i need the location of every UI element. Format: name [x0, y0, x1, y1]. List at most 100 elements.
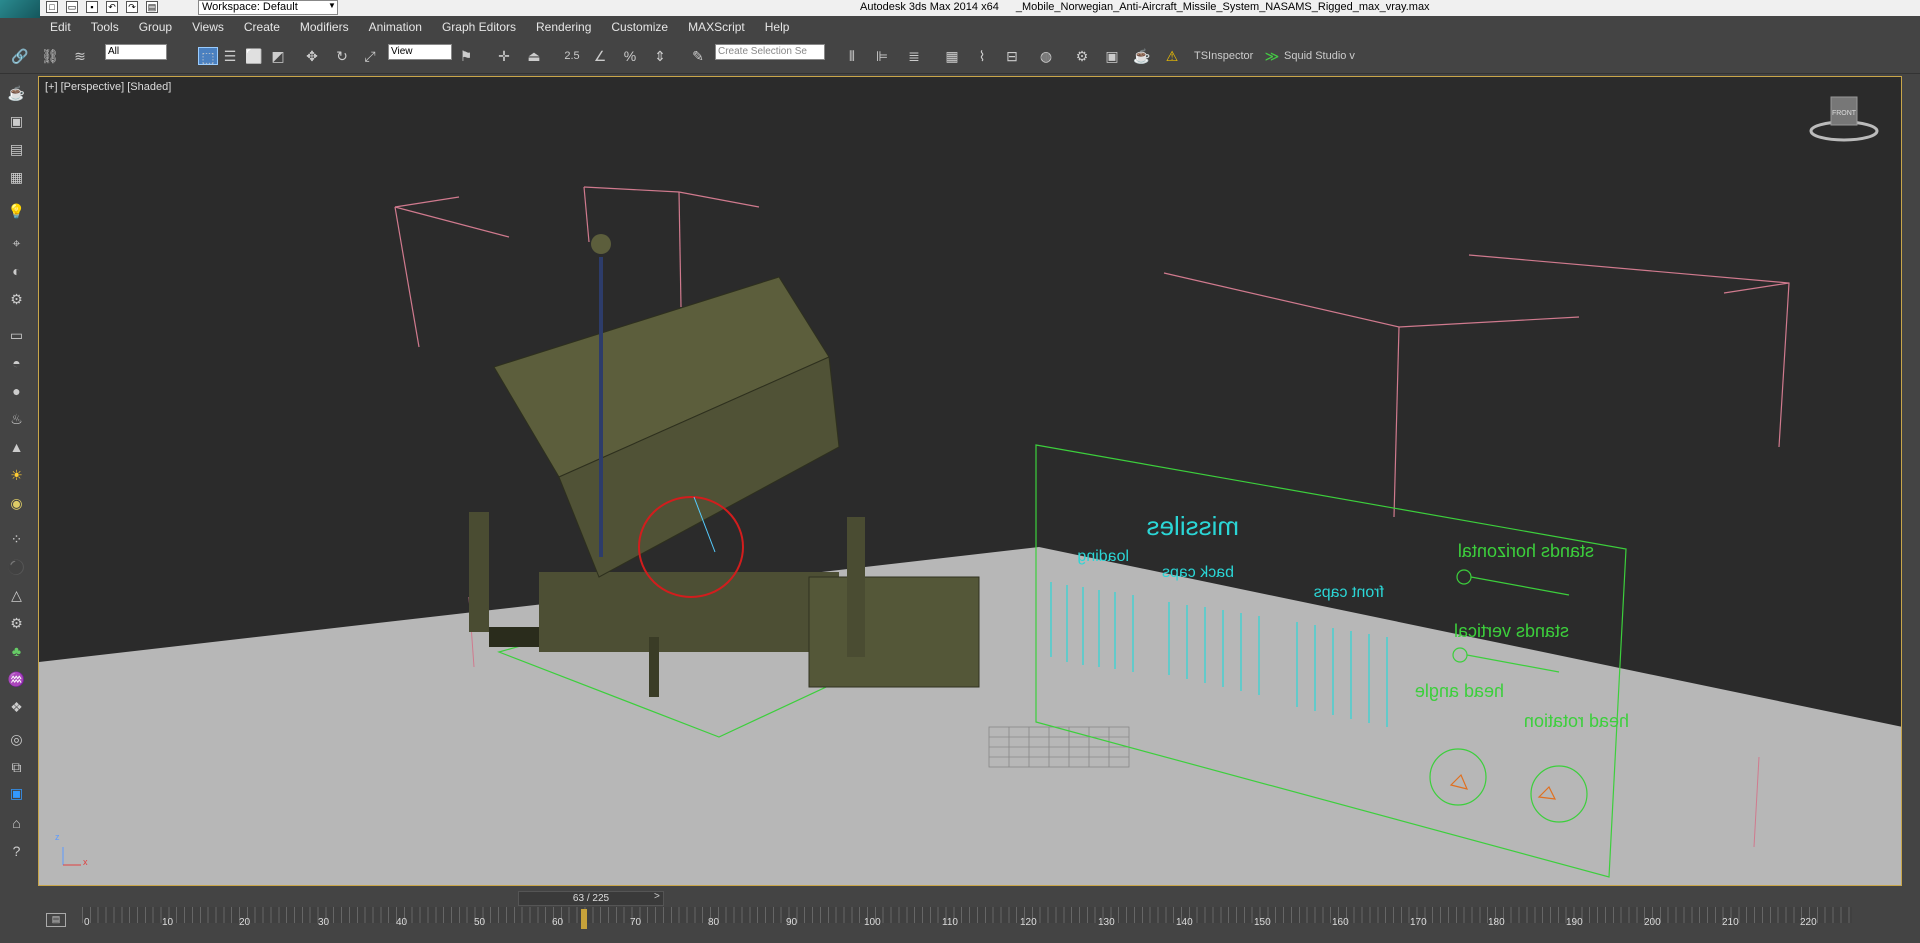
teapot-icon[interactable]: ☕ — [6, 83, 27, 103]
spinner-snap-icon[interactable]: ⇕ — [650, 47, 670, 65]
viewcube-face-label: FRONT — [1832, 110, 1857, 117]
tick-label: 160 — [1332, 917, 1349, 928]
align-icon[interactable]: ⊫ — [872, 47, 892, 65]
grid-panel-icon[interactable]: ▦ — [6, 167, 27, 187]
light-bulb-icon[interactable]: 💡 — [6, 201, 27, 221]
reference-coordinate-dropdown[interactable]: View — [388, 44, 452, 60]
select-manipulate-icon[interactable]: ⚑ — [456, 47, 476, 65]
track-bar-toggle-icon[interactable]: ▤ — [46, 913, 66, 927]
app-name: Autodesk 3ds Max 2014 x64 — [860, 1, 999, 13]
tsinspector-button[interactable]: TSInspector — [1194, 47, 1254, 65]
help-icon[interactable]: ? — [6, 841, 27, 861]
selection-filter-dropdown[interactable]: All — [105, 44, 167, 60]
panel-label-back-caps: back caps — [1162, 564, 1234, 581]
scene-converter-icon[interactable]: ⧉ — [6, 757, 27, 777]
tick-label: 0 — [84, 917, 90, 928]
cloth-icon[interactable]: ❖ — [6, 697, 27, 717]
menu-help[interactable]: Help — [755, 20, 800, 34]
menu-create[interactable]: Create — [234, 20, 290, 34]
sphere-light-icon[interactable]: ◉ — [6, 493, 27, 513]
time-slider-next-button[interactable]: > — [654, 891, 660, 902]
main-toolbar: 🔗 ⛓ ≋ ⬚ ☰ ⬜ ◩ ✥ ↻ ⤢ ⚑ ✛ ⏏ 2.5 ∠ % ⇕ ✎ ⫴ … — [0, 38, 1920, 74]
helper-icon[interactable]: ◐ — [6, 261, 27, 281]
percent-snap-icon[interactable]: % — [620, 47, 640, 65]
curve-editor-icon[interactable]: ⌇ — [972, 47, 992, 65]
time-slider[interactable]: 63 / 225 — [518, 891, 664, 906]
save-file-icon[interactable]: ▪ — [86, 1, 98, 13]
render-production-icon[interactable]: ☕ — [1132, 47, 1152, 65]
pivot-center-icon[interactable]: ✛ — [494, 47, 514, 65]
edit-named-selection-icon[interactable]: ✎ — [688, 47, 708, 65]
warning-icon[interactable]: ⚠ — [1162, 47, 1182, 65]
menu-graph-editors[interactable]: Graph Editors — [432, 20, 526, 34]
squid-studio-button[interactable]: Squid Studio v — [1284, 47, 1364, 65]
squid-studio-icon[interactable]: ≫ — [1262, 47, 1282, 65]
undo-icon[interactable]: ↶ — [106, 1, 118, 13]
menu-maxscript[interactable]: MAXScript — [678, 20, 755, 34]
layer-manager-icon[interactable]: ≣ — [904, 47, 924, 65]
hemisphere-icon[interactable]: ◓ — [6, 353, 27, 373]
utilities-icon[interactable]: ⌂ — [6, 813, 27, 833]
playhead[interactable] — [581, 909, 587, 929]
workspace-dropdown[interactable]: Workspace: Default — [198, 0, 338, 15]
menu-modifiers[interactable]: Modifiers — [290, 20, 359, 34]
viewcube-icon[interactable]: FRONT — [1809, 95, 1879, 145]
vray-frame-buffer-icon[interactable]: ▣ — [6, 783, 27, 803]
keyboard-shortcut-override-icon[interactable]: ⏏ — [524, 47, 544, 65]
gear-icon[interactable]: ⚙ — [6, 613, 27, 633]
sphere-icon[interactable]: ● — [6, 381, 27, 401]
link-icon[interactable]: 🔗 — [10, 47, 30, 65]
select-object-icon[interactable]: ⬚ — [198, 47, 218, 65]
graphite-toolbar-icon[interactable]: ▦ — [942, 47, 962, 65]
pyramid-icon[interactable]: △ — [6, 585, 27, 605]
project-folder-icon[interactable]: ▤ — [146, 1, 158, 13]
tick-label: 70 — [630, 917, 642, 928]
tick-label: 40 — [396, 917, 408, 928]
move-icon[interactable]: ✥ — [302, 47, 322, 65]
menu-tools[interactable]: Tools — [81, 20, 129, 34]
list-icon[interactable]: ▤ — [6, 139, 27, 159]
globe-icon[interactable]: ◎ — [6, 729, 27, 749]
menu-customize[interactable]: Customize — [601, 20, 678, 34]
spacewarp-icon[interactable]: ⚙ — [6, 289, 27, 309]
box-icon[interactable]: ▭ — [6, 325, 27, 345]
chevron-down-icon[interactable]: ▼ — [328, 1, 336, 10]
menu-animation[interactable]: Animation — [359, 20, 432, 34]
menu-views[interactable]: Views — [182, 20, 234, 34]
menu-rendering[interactable]: Rendering — [526, 20, 601, 34]
render-setup-icon[interactable]: ⚙ — [1072, 47, 1092, 65]
window-crossing-icon[interactable]: ◩ — [268, 47, 288, 65]
open-file-icon[interactable]: ▭ — [66, 1, 78, 13]
new-file-icon[interactable]: □ — [46, 1, 58, 13]
bind-space-warp-icon[interactable]: ≋ — [70, 47, 90, 65]
rotate-icon[interactable]: ↻ — [332, 47, 352, 65]
panel-label-stands-horizontal: stands horizontal — [1458, 541, 1594, 561]
angle-snap-icon[interactable]: ∠ — [590, 47, 610, 65]
tick-label: 200 — [1644, 917, 1661, 928]
snaps-toggle-icon[interactable]: 2.5 — [562, 47, 582, 65]
render-icon[interactable]: ▣ — [6, 111, 27, 131]
camera-icon[interactable]: ⌖ — [6, 233, 27, 253]
unlink-icon[interactable]: ⛓ — [40, 47, 60, 65]
rendered-frame-window-icon[interactable]: ▣ — [1102, 47, 1122, 65]
right-command-panel-edge[interactable] — [1903, 75, 1920, 935]
particles-icon[interactable]: ⚫ — [6, 557, 27, 577]
mirror-icon[interactable]: ⫴ — [842, 47, 862, 65]
menu-group[interactable]: Group — [129, 20, 182, 34]
teapot-primitive-icon[interactable]: ♨ — [6, 409, 27, 429]
select-by-name-icon[interactable]: ☰ — [220, 47, 240, 65]
perspective-viewport[interactable]: [+] [Perspective] [Shaded] missiles load… — [38, 76, 1902, 886]
app-logo[interactable] — [0, 0, 40, 18]
rectangular-selection-icon[interactable]: ⬜ — [244, 47, 264, 65]
scatter-icon[interactable]: ⁘ — [6, 529, 27, 549]
scale-icon[interactable]: ⤢ — [360, 47, 380, 65]
plant-icon[interactable]: ♣ — [6, 641, 27, 661]
named-selection-set-input[interactable]: Create Selection Se — [715, 44, 825, 60]
hair-icon[interactable]: ♒ — [6, 669, 27, 689]
redo-icon[interactable]: ↷ — [126, 1, 138, 13]
material-editor-icon[interactable]: ◍ — [1036, 47, 1056, 65]
menu-edit[interactable]: Edit — [40, 20, 81, 34]
cone-icon[interactable]: ▲ — [6, 437, 27, 457]
sun-icon[interactable]: ☀ — [6, 465, 27, 485]
schematic-view-icon[interactable]: ⊟ — [1002, 47, 1022, 65]
